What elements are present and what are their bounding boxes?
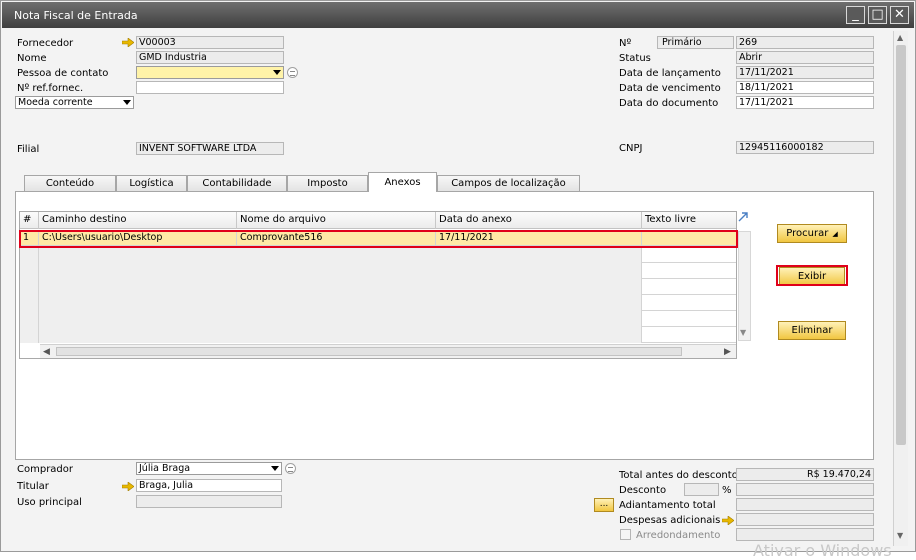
tab-conteudo[interactable]: Conteúdo xyxy=(24,175,116,192)
link-arrow-icon[interactable] xyxy=(122,38,134,47)
scroll-thumb[interactable] xyxy=(896,45,906,445)
link-arrow-icon[interactable] xyxy=(122,482,134,491)
pessoa-contato-label: Pessoa de contato xyxy=(17,68,109,79)
empty-row xyxy=(20,295,736,311)
status-field: Abrir xyxy=(736,51,874,64)
tab-imposto[interactable]: Imposto xyxy=(287,175,368,192)
empty-row xyxy=(20,279,736,295)
expand-icon[interactable] xyxy=(737,211,749,223)
fornecedor-label: Fornecedor xyxy=(17,38,74,49)
col-texto-livre[interactable]: Texto livre xyxy=(642,212,736,229)
uso-principal-label: Uso principal xyxy=(17,497,82,508)
fornecedor-field[interactable]: V00003 xyxy=(136,36,284,49)
scroll-down-icon[interactable]: ▼ xyxy=(740,328,746,337)
numero-label: Nº xyxy=(619,38,632,49)
total-antes-field: R$ 19.470,24 xyxy=(736,468,874,481)
empty-row xyxy=(20,311,736,327)
moeda-dropdown[interactable]: Moeda corrente xyxy=(15,96,134,109)
col-caminho[interactable]: Caminho destino xyxy=(39,212,237,229)
minimize-button[interactable]: _ xyxy=(846,6,865,24)
ellipsis-button[interactable]: ... xyxy=(594,498,614,512)
list-icon[interactable] xyxy=(287,67,298,78)
dropdown-arrow-icon: ◢ xyxy=(832,230,838,238)
serie-field[interactable]: Primário xyxy=(657,36,734,49)
table-header: # Caminho destino Nome do arquivo Data d… xyxy=(20,212,736,229)
windows-watermark: Ativar o Windows xyxy=(753,541,892,560)
link-arrow-icon[interactable] xyxy=(722,516,734,525)
data-vencimento-field[interactable]: 18/11/2021 xyxy=(736,81,874,94)
table-vertical-scrollbar[interactable]: ▼ xyxy=(738,231,751,341)
comprador-dropdown[interactable]: Júlia Braga xyxy=(136,462,282,475)
close-button[interactable]: ✕ xyxy=(890,6,909,24)
data-documento-field[interactable]: 17/11/2021 xyxy=(736,96,874,109)
ref-fornec-field[interactable] xyxy=(136,81,284,94)
window-title: Nota Fiscal de Entrada xyxy=(14,9,138,22)
nota-fiscal-window: Nota Fiscal de Entrada _ □ ✕ Fornecedor … xyxy=(0,0,916,560)
filial-label: Filial xyxy=(17,144,40,155)
title-bar: Nota Fiscal de Entrada _ □ ✕ xyxy=(2,2,914,28)
cnpj-label: CNPJ xyxy=(619,143,643,154)
titular-field[interactable]: Braga, Julia xyxy=(136,479,282,492)
data-vencimento-label: Data de vencimento xyxy=(619,83,721,94)
list-icon[interactable] xyxy=(285,463,296,474)
eliminar-button[interactable]: Eliminar xyxy=(778,321,846,340)
titular-label: Titular xyxy=(17,481,49,492)
pessoa-contato-dropdown[interactable] xyxy=(136,66,284,79)
total-antes-label: Total antes do desconto xyxy=(619,470,738,481)
nome-field[interactable]: GMD Industria xyxy=(136,51,284,64)
tab-logistica[interactable]: Logística xyxy=(116,175,187,192)
desconto-percent-field[interactable] xyxy=(684,483,719,496)
scroll-thumb[interactable] xyxy=(56,347,682,356)
adiantamento-field xyxy=(736,498,874,511)
scroll-up-icon[interactable]: ▲ xyxy=(897,33,903,42)
desconto-label: Desconto xyxy=(619,485,667,496)
status-label: Status xyxy=(619,53,651,64)
empty-row xyxy=(20,247,736,263)
comprador-label: Comprador xyxy=(17,464,74,475)
data-documento-label: Data do documento xyxy=(619,98,719,109)
percent-label: % xyxy=(722,485,732,496)
despesas-field xyxy=(736,513,874,526)
empty-row xyxy=(20,263,736,279)
data-lancamento-label: Data de lançamento xyxy=(619,68,721,79)
col-number[interactable]: # xyxy=(20,212,39,229)
empty-row xyxy=(20,327,736,343)
horizontal-scrollbar[interactable]: ◀ ▶ xyxy=(40,344,736,358)
procurar-button[interactable]: Procurar ◢ xyxy=(777,224,847,243)
arredondamento-field xyxy=(736,528,874,541)
arredondamento-checkbox[interactable] xyxy=(620,529,631,540)
adiantamento-label: Adiantamento total xyxy=(619,500,716,511)
scroll-down-icon[interactable]: ▼ xyxy=(897,531,903,540)
col-nome-arquivo[interactable]: Nome do arquivo xyxy=(237,212,436,229)
scroll-left-icon[interactable]: ◀ xyxy=(43,347,50,357)
uso-principal-field[interactable] xyxy=(136,495,282,508)
nome-label: Nome xyxy=(17,53,47,64)
window-vertical-scrollbar[interactable]: ▲ ▼ xyxy=(893,31,908,546)
scroll-right-icon[interactable]: ▶ xyxy=(724,347,731,357)
numero-field[interactable]: 269 xyxy=(736,36,874,49)
desconto-field[interactable] xyxy=(736,483,874,496)
cnpj-field: 12945116000182 xyxy=(736,141,874,154)
exibir-highlight xyxy=(776,265,848,286)
selected-row-highlight xyxy=(19,230,738,248)
despesas-label: Despesas adicionais xyxy=(619,515,721,526)
filial-field[interactable]: INVENT SOFTWARE LTDA xyxy=(136,142,284,155)
tab-contabilidade[interactable]: Contabilidade xyxy=(187,175,287,192)
tab-anexos[interactable]: Anexos xyxy=(368,172,437,192)
col-data-anexo[interactable]: Data do anexo xyxy=(436,212,642,229)
arredondamento-label: Arredondamento xyxy=(636,530,721,541)
tab-campos-localizacao[interactable]: Campos de localização xyxy=(437,175,580,192)
ref-fornec-label: Nº ref.fornec. xyxy=(17,83,84,94)
maximize-button[interactable]: □ xyxy=(868,6,887,24)
data-lancamento-field[interactable]: 17/11/2021 xyxy=(736,66,874,79)
